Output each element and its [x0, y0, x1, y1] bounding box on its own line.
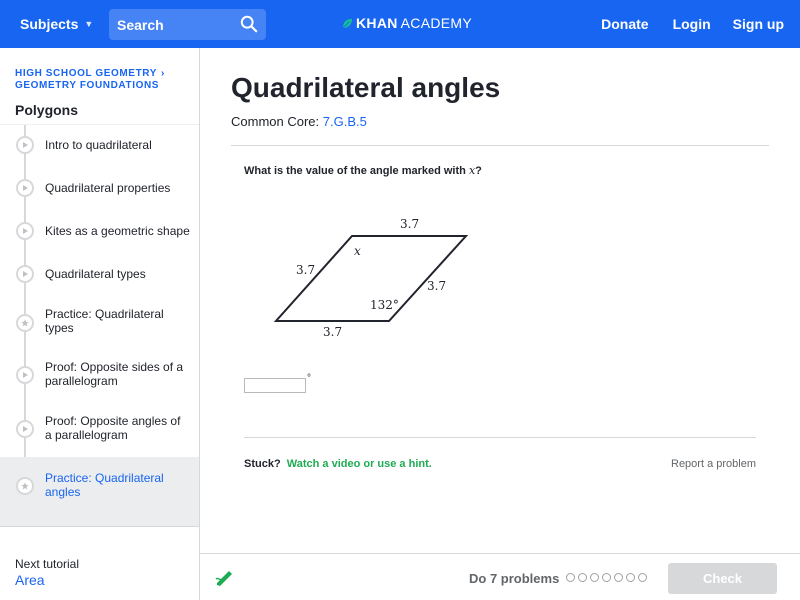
progress-dot	[614, 573, 623, 582]
khan-academy-logo[interactable]: KHAN ACADEMY	[342, 15, 472, 31]
play-icon	[16, 136, 34, 154]
angle-x-label: x	[354, 244, 361, 258]
sidebar-item-label: Proof: Opposite angles of a parallelogra…	[45, 414, 181, 442]
play-icon	[16, 222, 34, 240]
sidebar-item-proof-opposite-angles[interactable]: Proof: Opposite angles of a parallelogra…	[0, 403, 199, 457]
subjects-menu-button[interactable]: Subjects ▼	[20, 16, 93, 32]
account-links: Donate Login Sign up	[601, 16, 784, 32]
sidebar-item-label: Quadrilateral types	[45, 267, 146, 281]
play-icon	[16, 265, 34, 283]
play-icon	[16, 366, 34, 384]
chevron-down-icon: ▼	[84, 19, 94, 29]
degree-symbol: °	[307, 373, 311, 384]
sidebar-item-label: Intro to quadrilateral	[45, 138, 152, 152]
progress-dots	[566, 573, 647, 582]
sidebar-item-label: Quadrilateral properties	[45, 181, 171, 195]
side-label-top: 3.7	[400, 217, 419, 231]
next-tutorial[interactable]: Next tutorial Area	[0, 526, 199, 600]
hint-link[interactable]: Watch a video or use a hint.	[287, 458, 432, 470]
parallelogram-figure: 3.7 3.7 3.7 3.7 x 132°	[273, 217, 469, 339]
progress-dot	[638, 573, 647, 582]
progress-dot	[626, 573, 635, 582]
progress-dot	[578, 573, 587, 582]
sidebar-item-practice-quadrilateral-angles[interactable]: Practice: Quadrilateral angles	[0, 457, 199, 526]
top-navigation-bar: Subjects ▼ KHANACADEMY Donate Login Sign…	[0, 0, 800, 48]
report-problem-link[interactable]: Report a problem	[671, 458, 756, 470]
star-icon	[16, 477, 34, 495]
common-core-link[interactable]: 7.G.B.5	[323, 114, 367, 129]
sidebar-item-label: Practice: Quadrilateral types	[45, 307, 164, 335]
unit-title: Polygons	[15, 102, 79, 118]
next-tutorial-link[interactable]: Area	[15, 572, 45, 588]
play-icon	[16, 420, 34, 438]
search-box	[109, 9, 266, 40]
progress-dot	[602, 573, 611, 582]
side-label-bottom: 3.7	[323, 325, 342, 339]
sidebar-item-intro-quadrilateral[interactable]: Intro to quadrilateral	[0, 125, 199, 168]
sidebar-item-label: Kites as a geometric shape	[45, 224, 190, 238]
side-label-left: 3.7	[296, 263, 315, 277]
login-link[interactable]: Login	[673, 16, 711, 32]
donate-link[interactable]: Donate	[601, 16, 648, 32]
do-problems-label: Do 7 problems	[469, 571, 560, 586]
sidebar-item-kites[interactable]: Kites as a geometric shape	[0, 211, 199, 254]
breadcrumb-course-label: HIGH SCHOOL GEOMETRY	[15, 68, 158, 79]
exercise-footer: Do 7 problems Check	[200, 553, 800, 600]
page-title: Quadrilateral angles	[231, 72, 501, 103]
search-icon[interactable]	[240, 15, 258, 33]
breadcrumb-unit[interactable]: GEOMETRY FOUNDATIONS	[15, 80, 159, 91]
next-tutorial-label: Next tutorial	[15, 557, 80, 571]
answer-input[interactable]	[244, 378, 306, 393]
progress-dot	[590, 573, 599, 582]
signup-link[interactable]: Sign up	[733, 16, 784, 32]
divider	[231, 145, 769, 146]
stuck-label: Stuck?	[244, 458, 281, 470]
progress-dot	[566, 573, 575, 582]
given-angle-label: 132°	[370, 298, 399, 312]
tutorial-item-list[interactable]: Intro to quadrilateral Quadrilateral pro…	[0, 124, 199, 526]
sidebar-item-label: Practice: Quadrilateral angles	[45, 471, 164, 499]
leaf-logo-icon	[342, 18, 353, 28]
tutorial-sidebar: HIGH SCHOOL GEOMETRY › GEOMETRY FOUNDATIO…	[0, 48, 200, 600]
subjects-label: Subjects	[20, 16, 79, 32]
chevron-right-icon: ›	[161, 68, 165, 79]
search-input[interactable]	[109, 16, 229, 33]
star-icon	[16, 314, 34, 332]
question-text: What is the value of the angle marked wi…	[244, 164, 482, 177]
sidebar-item-label: Proof: Opposite sides of a parallelogram	[45, 360, 184, 388]
sidebar-item-quadrilateral-types[interactable]: Quadrilateral types	[0, 254, 199, 297]
stuck-row: Stuck? Watch a video or use a hint.	[244, 458, 432, 470]
logo-text-academy: ACADEMY	[400, 15, 472, 31]
question-suffix: ?	[475, 165, 482, 177]
breadcrumb-course[interactable]: HIGH SCHOOL GEOMETRY ›	[15, 68, 165, 79]
play-icon	[16, 179, 34, 197]
side-label-right: 3.7	[427, 279, 446, 293]
scratchpad-pencil-icon[interactable]	[214, 568, 234, 588]
divider	[244, 437, 756, 438]
common-core-standard: Common Core: 7.G.B.5	[231, 114, 367, 129]
sidebar-item-proof-opposite-sides[interactable]: Proof: Opposite sides of a parallelogram	[0, 349, 199, 403]
logo-text-khan: KHAN	[356, 15, 398, 31]
common-core-label: Common Core:	[231, 114, 320, 129]
question-prefix: What is the value of the angle marked wi…	[244, 165, 466, 177]
check-button[interactable]: Check	[668, 563, 777, 594]
sidebar-item-practice-quadrilateral-types[interactable]: Practice: Quadrilateral types	[0, 297, 199, 349]
sidebar-item-quadrilateral-properties[interactable]: Quadrilateral properties	[0, 168, 199, 211]
